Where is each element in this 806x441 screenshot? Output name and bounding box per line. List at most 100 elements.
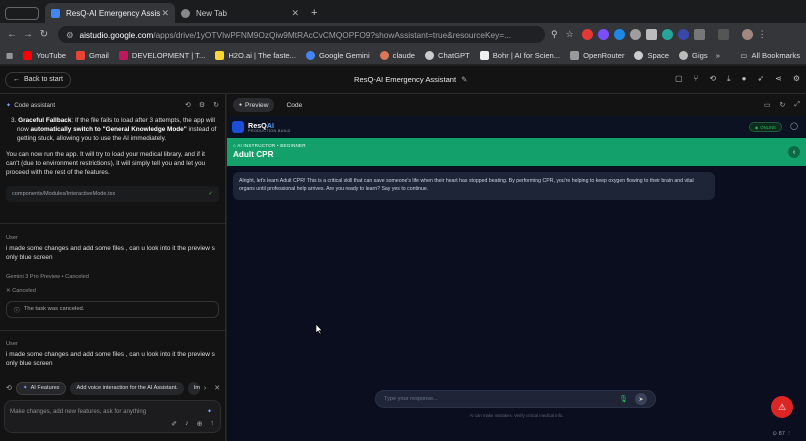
bookmark-gemini[interactable]: Google Gemini	[306, 50, 370, 60]
user-label: User	[6, 235, 18, 242]
zoom-indicator[interactable]: ⊙ 87 ⋮	[772, 431, 792, 437]
bookmark-claude[interactable]: claude	[379, 50, 415, 60]
user-message: i made some changes and add some files ,…	[6, 350, 215, 367]
status-badge: ◉ ONLINE	[748, 122, 782, 132]
prompt-input[interactable]: Make changes, add new features, ask for …	[4, 400, 221, 433]
tab-preview[interactable]: ● Preview	[233, 98, 275, 112]
extension-icon[interactable]	[629, 29, 641, 40]
mouse-cursor-icon	[316, 324, 323, 334]
extension-icon[interactable]	[597, 29, 609, 40]
folder-icon: ▭	[740, 50, 748, 60]
user-icon[interactable]: ◯	[790, 122, 798, 130]
preview-tabs: ● Preview Code ▭ ↻ ⤢	[227, 94, 806, 116]
changed-file-chip[interactable]: components/Modules/InteractiveMode.tsx ✓	[6, 186, 219, 203]
ai-message-bubble: Alright, let's learn Adult CPR! This is …	[233, 172, 715, 200]
extension-icon[interactable]	[661, 29, 673, 40]
send-icon[interactable]: ➤	[635, 393, 647, 405]
add-icon[interactable]: ⊕	[197, 420, 203, 428]
suggestion-chip[interactable]: ✦ AI Features	[15, 381, 67, 395]
brush-icon[interactable]: ✐	[171, 420, 177, 428]
mic-icon[interactable]: ♪	[185, 420, 189, 428]
incognito-icon[interactable]	[717, 29, 729, 40]
extension-icon[interactable]	[677, 29, 689, 40]
app-header: ← Back to start ResQ-AI Emergency Assist…	[0, 66, 806, 94]
close-tab-icon[interactable]: ✕	[161, 8, 169, 19]
emergency-siren-button[interactable]: ⚠	[771, 396, 793, 418]
reload-icon[interactable]: ↻	[36, 27, 52, 43]
tab-new-tab[interactable]: New Tab ✕	[175, 3, 305, 23]
suggestion-chips: ⟲ ✦ AI Features Add voice interaction for…	[0, 380, 226, 396]
suggestion-chip[interactable]: Add voice interaction for the AI Assista…	[70, 381, 184, 395]
preview-panel: ● Preview Code ▭ ↻ ⤢ ResQAI PRODUCTION B…	[227, 94, 806, 441]
refresh-icon[interactable]: ↻	[780, 101, 786, 109]
resq-brand-bar: ResQAI PRODUCTION BUILD ◉ ONLINE ◯	[227, 116, 806, 138]
assistant-message: You can now run the app. It will try to …	[6, 150, 206, 177]
all-bookmarks[interactable]: ▭ All Bookmarks	[740, 51, 800, 60]
refresh-icon[interactable]: ⟲	[6, 384, 12, 392]
bookmark-gmail[interactable]: Gmail	[76, 50, 109, 60]
bookmark-development[interactable]: DEVELOPMENT | T...	[118, 50, 205, 60]
tab-group-indicator[interactable]	[5, 7, 39, 20]
edit-pencil-icon[interactable]: ✎	[461, 75, 467, 84]
extension-icon[interactable]	[645, 29, 657, 40]
bookmark-bohr[interactable]: Bohr | AI for Scien...	[479, 50, 560, 60]
app-preview: ResQAI PRODUCTION BUILD ◉ ONLINE ◯ ⌂ AI …	[227, 116, 806, 441]
site-info-icon[interactable]: ⚙	[66, 30, 73, 40]
close-tab-icon[interactable]: ✕	[291, 8, 299, 19]
bookmark-space[interactable]: Space	[634, 50, 669, 60]
send-icon[interactable]: ↑	[211, 420, 215, 428]
address-toolbar: ← → ↻ ⚙ aistudio.google.com/apps/drive/1…	[0, 23, 806, 46]
bookmark-youtube[interactable]: YouTube	[23, 50, 66, 60]
history-icon[interactable]: ⟲	[185, 101, 191, 109]
deploy-rocket-icon[interactable]: ➶	[757, 74, 764, 84]
github-icon[interactable]: ●	[742, 74, 747, 84]
kebab-menu-icon[interactable]: ⋮	[758, 29, 767, 40]
response-input[interactable]: Type your response... 🎙︎ ➤	[375, 390, 656, 408]
arrow-left-icon: ←	[13, 76, 20, 83]
back-to-start-button[interactable]: ← Back to start	[5, 71, 71, 88]
refresh-icon[interactable]: ↻	[213, 101, 219, 109]
extensions-puzzle-icon[interactable]	[693, 29, 705, 40]
back-arrow-icon[interactable]: ←	[4, 27, 20, 43]
device-icon[interactable]: ▭	[764, 101, 771, 109]
sparkle-icon: ✦	[22, 385, 28, 391]
tab-resq-ai[interactable]: ResQ-AI Emergency Assis ✕	[45, 3, 175, 23]
code-assistant-header: ✦ Code assistant ⟲ ⚙ ↻	[6, 101, 219, 110]
extension-icon[interactable]	[581, 29, 593, 40]
header-actions: ▢ ⑂ ⟲ ⤓ ● ➶ ⋖ ⚙	[675, 74, 800, 84]
profile-avatar[interactable]	[741, 29, 753, 40]
sparkle-icon: ✦	[206, 409, 212, 415]
bookmark-gigs[interactable]: Gigs	[679, 50, 708, 60]
disclaimer: AI can make mistakes. Verify critical me…	[469, 413, 564, 418]
suggestion-chip[interactable]: Imp	[187, 381, 200, 395]
mic-icon[interactable]: 🎙︎	[619, 395, 628, 403]
url-bar[interactable]: ⚙ aistudio.google.com/apps/drive/1yOTVIw…	[58, 26, 545, 43]
assistant-message: 3. Graceful Fallback: If the file fails …	[11, 117, 217, 143]
mode-label: ⌂ AI INSTRUCTOR • BEGINNER	[233, 143, 306, 148]
more-bookmarks-icon[interactable]: »	[716, 51, 720, 60]
new-tab-button[interactable]: +	[305, 3, 325, 23]
download-icon[interactable]: ⤓	[727, 74, 731, 84]
bookmark-openrouter[interactable]: OpenRouter	[570, 50, 624, 60]
apps-grid-icon[interactable]: ▦	[6, 51, 13, 60]
fork-icon[interactable]: ⑂	[694, 74, 699, 84]
settings-icon[interactable]: ⚙	[199, 101, 205, 109]
chrome-favicon-icon	[181, 8, 190, 18]
tab-code[interactable]: Code	[280, 98, 308, 112]
zoom-icon[interactable]: ⚲	[551, 29, 558, 40]
lesson-banner: ⌂ AI INSTRUCTOR • BEGINNER Adult CPR ‹	[227, 138, 806, 166]
history-icon[interactable]: ⟲	[709, 74, 716, 84]
close-icon[interactable]: ✕	[214, 384, 220, 392]
save-icon[interactable]: ▢	[675, 74, 683, 84]
fullscreen-icon[interactable]: ⤢	[794, 101, 800, 109]
brand-name: ResQAI	[248, 120, 274, 130]
back-chevron-button[interactable]: ‹	[788, 146, 800, 158]
settings-icon[interactable]: ⚙	[793, 74, 800, 84]
extension-icon[interactable]	[613, 29, 625, 40]
bookmark-chatgpt[interactable]: ChatGPT	[425, 50, 470, 60]
star-icon[interactable]: ☆	[566, 29, 574, 40]
chevron-right-icon[interactable]: ›	[204, 385, 206, 392]
forward-arrow-icon[interactable]: →	[20, 27, 36, 43]
share-icon[interactable]: ⋖	[775, 74, 782, 84]
bookmark-h2o[interactable]: H2O.ai | The faste...	[215, 50, 296, 60]
